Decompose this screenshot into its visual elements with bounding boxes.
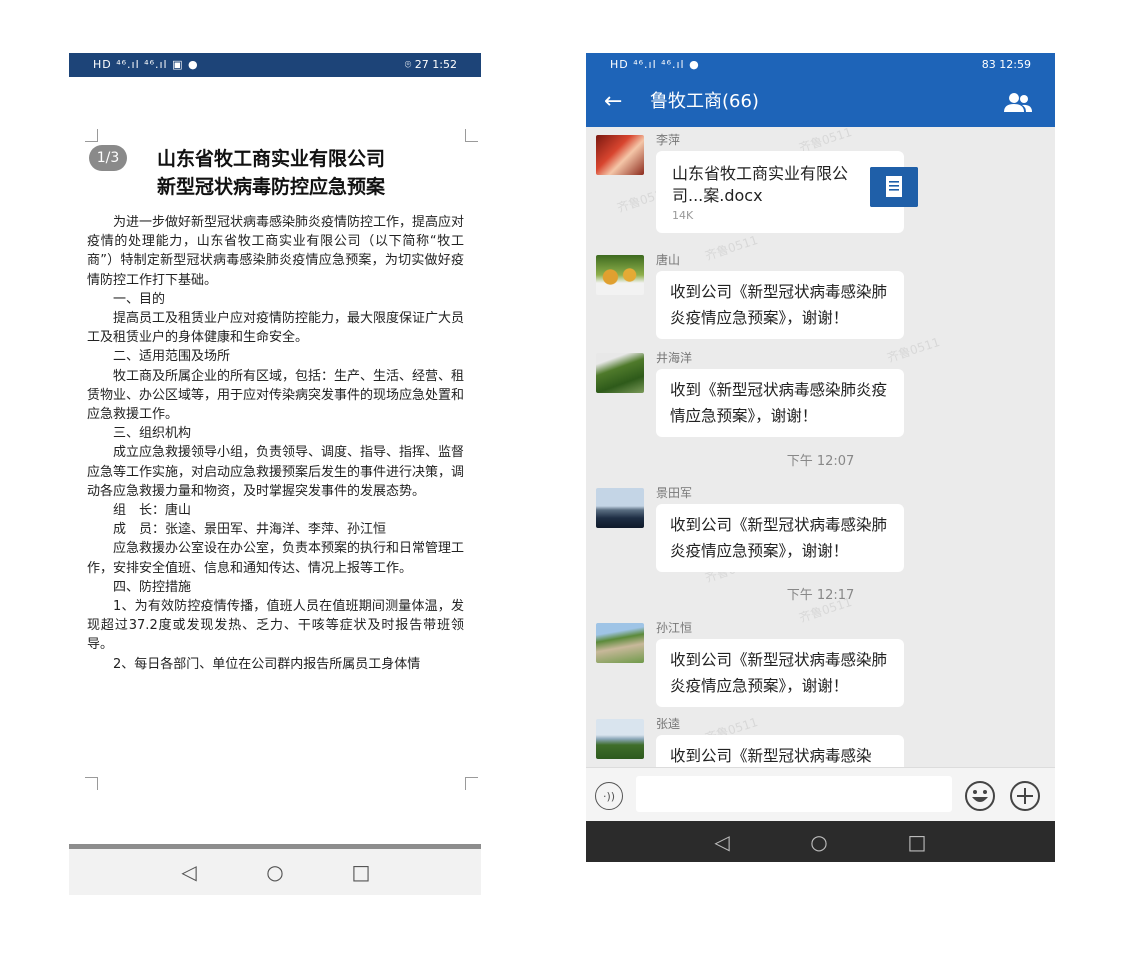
status-battery-time: 83 12:59: [981, 58, 1031, 71]
sender-name: 孙江恒: [656, 621, 693, 635]
voice-input-icon[interactable]: ·)): [595, 782, 623, 810]
doc-heading: 一、目的: [113, 291, 166, 307]
chat-input-bar: ·)): [586, 767, 1055, 822]
status-battery-time: ⌾ 27 1:52: [404, 58, 457, 71]
status-signal-icons: HD ⁴⁶.ıl ⁴⁶.ıl ●: [610, 58, 700, 71]
back-arrow-icon[interactable]: ←: [604, 87, 622, 117]
crop-mark-top-left: [85, 129, 98, 142]
status-bar: HD ⁴⁶.ıl ⁴⁶.ıl ● 83 12:59: [586, 53, 1055, 77]
crop-mark-bottom-right: [465, 777, 478, 790]
doc-paragraph: 成 员：张逵、景田军、井海洋、李萍、孙江恒: [113, 522, 387, 538]
system-nav-bar: ◁ ○ □: [69, 849, 481, 895]
time-separator: 下午 12:07: [786, 454, 855, 469]
message-bubble[interactable]: 收到公司《新型冠状病毒感染肺炎疫情应急预案》，谢谢！: [656, 504, 904, 572]
message-bubble[interactable]: 收到公司《新型冠状病毒感染肺炎疫情应急预案》，谢谢！: [656, 271, 904, 339]
sender-name: 张逵: [656, 717, 681, 731]
file-attachment[interactable]: 山东省牧工商实业有限公司...案.docx 14K: [656, 151, 918, 233]
file-name: 山东省牧工商实业有限公司...案.docx: [672, 164, 849, 205]
message-bubble[interactable]: 收到《新型冠状病毒感染肺炎疫情应急预案》，谢谢！: [656, 369, 904, 437]
group-chat-screen: HD ⁴⁶.ıl ⁴⁶.ıl ● 83 12:59 ← 鲁牧工商(66) 齐鲁0…: [586, 53, 1055, 862]
avatar[interactable]: [596, 255, 644, 295]
sender-name: 唐山: [656, 253, 681, 267]
file-size: 14K: [672, 209, 694, 222]
doc-paragraph: 1、为有效防控疫情传播，值班人员在值班期间测量体温，发现超过37.2度或发现发热…: [87, 599, 464, 653]
sender-name: 景田军: [656, 486, 693, 500]
status-signal-icons: HD ⁴⁶.ıl ⁴⁶.ıl ▣ ●: [93, 58, 199, 71]
nav-back-button[interactable]: ◁: [174, 857, 204, 887]
nav-home-button[interactable]: ○: [260, 857, 290, 887]
group-members-icon[interactable]: [1003, 91, 1033, 113]
nav-recent-button[interactable]: □: [902, 827, 932, 857]
avatar[interactable]: [596, 135, 644, 175]
doc-paragraph: 应急救援办公室设在办公室，负责本预案的执行和日常管理工作，安排安全值班、信息和通…: [87, 541, 465, 576]
document-title-line-1: 山东省牧工商实业有限公司: [157, 148, 386, 170]
sender-name: 李萍: [656, 133, 681, 147]
system-nav-bar: ◁ ○ □: [586, 821, 1055, 862]
doc-heading: 四、防控措施: [113, 579, 192, 595]
document-viewer-screen: HD ⁴⁶.ıl ⁴⁶.ıl ▣ ● ⌾ 27 1:52 1/3 山东省牧工商实…: [69, 53, 481, 895]
time-separator: 下午 12:17: [786, 588, 855, 603]
chat-title: 鲁牧工商(66): [650, 91, 759, 112]
chat-header: ← 鲁牧工商(66): [586, 77, 1055, 127]
avatar[interactable]: [596, 623, 644, 663]
document-file-icon: [870, 167, 918, 207]
status-bar: HD ⁴⁶.ıl ⁴⁶.ıl ▣ ● ⌾ 27 1:52: [69, 53, 481, 77]
doc-paragraph: 成立应急救援领导小组，负责领导、调度、指导、指挥、监督应急等工作实施，对启动应急…: [87, 445, 465, 499]
doc-paragraph: 为进一步做好新型冠状病毒感染肺炎疫情防控工作，提高应对疫情的处理能力，山东省牧工…: [87, 215, 465, 288]
document-body: 为进一步做好新型冠状病毒感染肺炎疫情防控工作，提高应对疫情的处理能力，山东省牧工…: [87, 213, 464, 674]
crop-mark-bottom-left: [85, 777, 98, 790]
avatar[interactable]: [596, 719, 644, 759]
nav-back-button[interactable]: ◁: [707, 827, 737, 857]
document-title-line-2: 新型冠状病毒防控应急预案: [157, 176, 386, 198]
avatar[interactable]: [596, 353, 644, 393]
sender-name: 井海洋: [656, 351, 693, 365]
message-input[interactable]: [636, 776, 952, 812]
watermark: 齐鲁0511: [703, 232, 760, 264]
page-indicator: 1/3: [89, 145, 127, 171]
doc-heading: 二、适用范围及场所: [113, 349, 231, 365]
nav-home-button[interactable]: ○: [804, 827, 834, 857]
document-title: 山东省牧工商实业有限公司 新型冠状病毒防控应急预案: [157, 145, 397, 201]
avatar[interactable]: [596, 488, 644, 528]
doc-paragraph: 组 长：唐山: [113, 503, 192, 519]
message-bubble[interactable]: 收到公司《新型冠状病毒感染肺炎疫情应急预案》，谢谢！: [656, 639, 904, 707]
doc-paragraph: 提高员工及租赁业户应对疫情防控能力，最大限度保证广大员工及租赁业户的身体健康和生…: [87, 311, 465, 346]
emoji-icon[interactable]: [964, 780, 996, 812]
nav-recent-button[interactable]: □: [346, 857, 376, 887]
plus-icon[interactable]: [1009, 780, 1041, 812]
doc-paragraph: 牧工商及所属企业的所有区域，包括：生产、生活、经营、租赁物业、办公区域等，用于应…: [87, 368, 465, 423]
doc-paragraph: 2、每日各部门、单位在公司群内报告所属员工身体情: [113, 656, 421, 672]
doc-heading: 三、组织机构: [113, 426, 192, 442]
crop-mark-top-right: [465, 129, 478, 142]
